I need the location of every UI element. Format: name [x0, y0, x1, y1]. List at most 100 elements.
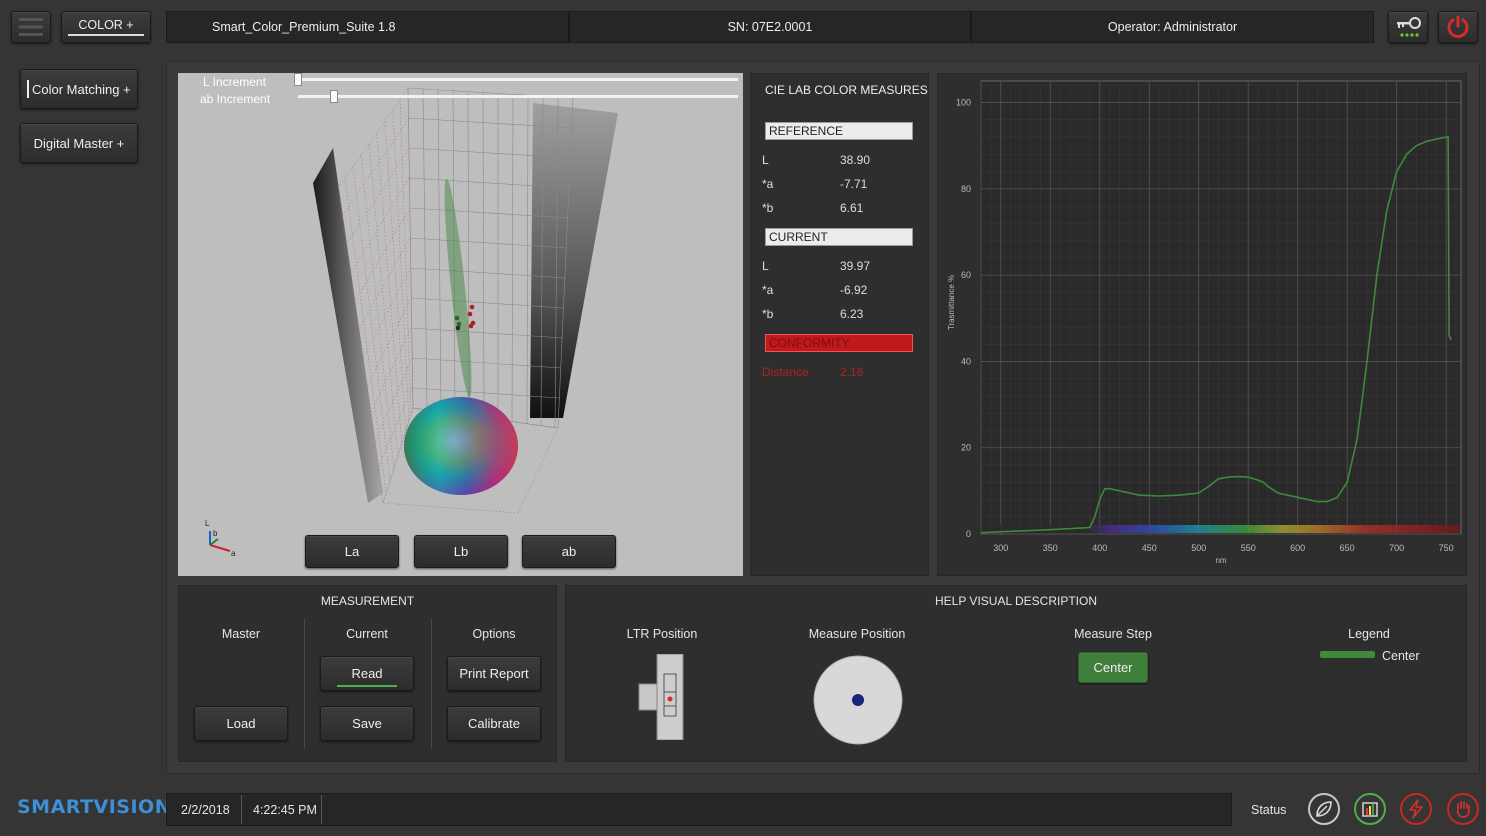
sidebar-item-label: Digital Master +: [33, 135, 125, 151]
slider-thumb[interactable]: [330, 90, 338, 103]
view-la-button[interactable]: La: [305, 535, 399, 568]
save-button[interactable]: Save: [320, 706, 414, 741]
y-tick-label: 100: [956, 98, 971, 108]
view-ab-button[interactable]: ab: [522, 535, 616, 568]
reference-header: REFERENCE: [765, 122, 913, 140]
slider-thumb[interactable]: [294, 73, 302, 86]
x-tick-label: 400: [1092, 543, 1107, 553]
ref-b-value: 6.61: [840, 201, 864, 215]
cur-b-value: 6.23: [840, 307, 864, 321]
ref-a-value: -7.71: [840, 177, 868, 191]
serial-number: SN: 07E2.0001: [727, 20, 813, 34]
status-chart[interactable]: [1354, 793, 1386, 825]
key-icon: [1397, 17, 1421, 37]
active-indicator: [27, 80, 29, 98]
view-ab-label: ab: [561, 544, 577, 559]
x-tick-label: 350: [1043, 543, 1058, 553]
divider: [241, 795, 242, 824]
x-tick-label: 700: [1389, 543, 1404, 553]
legend-item-label: Center: [1382, 649, 1420, 663]
status-lightning[interactable]: [1400, 793, 1432, 825]
view-la-label: La: [344, 544, 360, 559]
color-tab-button[interactable]: COLOR +: [61, 11, 151, 43]
calibrate-button[interactable]: Calibrate: [447, 706, 541, 741]
operator-name: Operator: Administrator: [1107, 20, 1238, 34]
distance-value: 2.16: [840, 365, 864, 379]
operator-field: Operator: Administrator: [971, 11, 1374, 43]
key-button[interactable]: [1388, 11, 1428, 43]
x-tick-label: 450: [1142, 543, 1157, 553]
load-button[interactable]: Load: [194, 706, 288, 741]
measure-position-diagram: [813, 655, 903, 745]
sidebar-item-digital-master[interactable]: Digital Master +: [20, 123, 138, 163]
distance-label: Distance: [762, 365, 809, 379]
legend-title: Legend: [1348, 627, 1390, 641]
calibrate-label: Calibrate: [467, 716, 521, 731]
col-master-label: Master: [221, 627, 261, 641]
read-label: Read: [337, 666, 397, 687]
load-label: Load: [226, 716, 256, 731]
sidebar-item-color-matching[interactable]: Color Matching +: [20, 69, 138, 109]
read-button[interactable]: Read: [320, 656, 414, 691]
x-tick-label: 300: [993, 543, 1008, 553]
view-lb-button[interactable]: Lb: [414, 535, 508, 568]
divider: [304, 618, 305, 748]
ltr-position-label: LTR Position: [626, 627, 698, 641]
col-options-label: Options: [472, 627, 516, 641]
help-title: HELP VISUAL DESCRIPTION: [934, 594, 1098, 608]
y-tick-label: 40: [961, 356, 971, 366]
print-report-button[interactable]: Print Report: [447, 656, 541, 691]
col-current-label: Current: [346, 627, 388, 641]
y-tick-label: 60: [961, 270, 971, 280]
hamburger-icon: [19, 18, 43, 36]
x-tick-label: 600: [1290, 543, 1305, 553]
center-step-label: Center: [1093, 660, 1133, 675]
leaf-icon: [1316, 801, 1332, 817]
brand-logo: SMARTVISION: [17, 796, 171, 818]
app-name-field: Smart_Color_Premium_Suite 1.8: [166, 11, 569, 43]
ref-l-key: L: [762, 153, 769, 167]
footer-bar: [166, 793, 1232, 826]
y-tick-label: 20: [961, 443, 971, 453]
axis-label-b: b: [213, 529, 218, 538]
conformity-badge: CONFORMITY: [765, 334, 913, 352]
chart-icon: [1362, 802, 1378, 817]
status-leaf[interactable]: [1308, 793, 1340, 825]
status-hand[interactable]: [1447, 793, 1479, 825]
measure-step-label: Measure Step: [1074, 627, 1152, 641]
cur-l-key: L: [762, 259, 769, 273]
view-lb-label: Lb: [453, 544, 469, 559]
date-display: 2/2/2018: [181, 803, 230, 817]
brand-text: SMARTVISION: [17, 796, 172, 818]
lab-title: CIE LAB COLOR MEASURES: [765, 83, 928, 97]
measurement-title: MEASUREMENT: [320, 594, 415, 608]
status-label: Status: [1251, 803, 1287, 817]
ref-b-key: *b: [762, 201, 774, 215]
sidebar-item-label: Color Matching +: [32, 81, 131, 97]
measure-position-label: Measure Position: [808, 627, 906, 641]
time-display: 4:22:45 PM: [253, 803, 317, 817]
lightning-icon: [1409, 799, 1423, 819]
l-increment-label: L Increment: [203, 75, 266, 89]
axis-label-a: a: [231, 549, 236, 558]
power-icon: [1447, 15, 1469, 38]
plot-area: [980, 80, 1462, 535]
y-tick-label: 0: [966, 529, 971, 539]
ref-l-value: 38.90: [840, 153, 871, 167]
x-tick-label: 550: [1241, 543, 1256, 553]
ltr-position-diagram: [638, 654, 684, 740]
cur-a-key: *a: [762, 283, 774, 297]
lab-3d-viewer[interactable]: L b a L Increment ab Increment La Lb ab: [178, 73, 743, 576]
save-label: Save: [352, 716, 382, 731]
spectrum-chart: 300 350 400 450 500 550 600 650 700 750 0 20 40 60 80 1…: [947, 80, 1462, 565]
help-panel: [565, 585, 1467, 762]
lab-measures-panel: [750, 73, 929, 576]
serial-field: SN: 07E2.0001: [569, 11, 971, 43]
ab-increment-slider[interactable]: [298, 90, 738, 103]
print-report-label: Print Report: [459, 666, 529, 681]
center-step-button[interactable]: Center: [1078, 652, 1148, 683]
l-increment-slider[interactable]: [294, 73, 738, 86]
menu-button[interactable]: [11, 11, 51, 43]
x-tick-label: 500: [1191, 543, 1206, 553]
power-button[interactable]: [1438, 11, 1478, 43]
